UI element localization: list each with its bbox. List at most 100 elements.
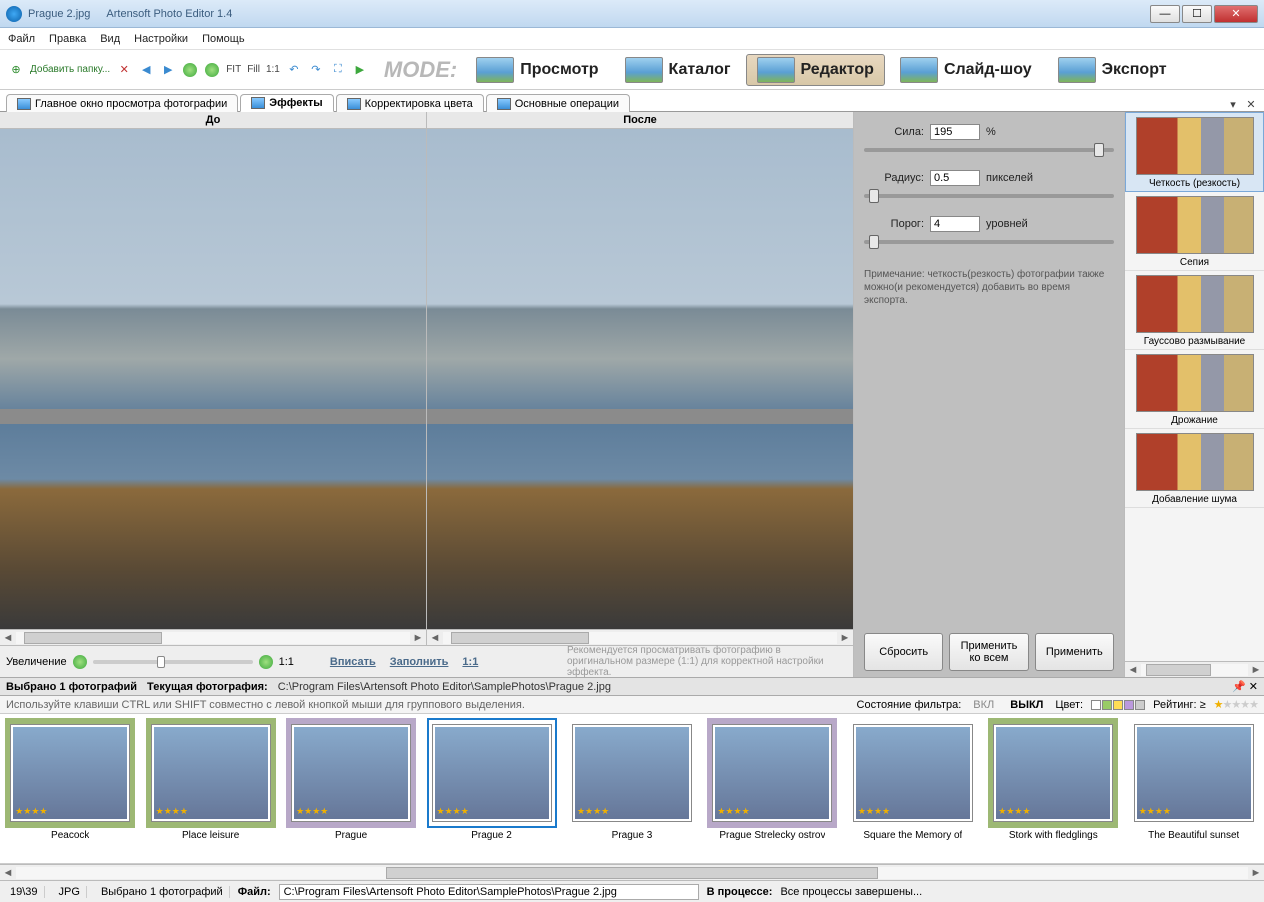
tab-2[interactable]: Корректировка цвета	[336, 94, 484, 112]
rotate-right-icon[interactable]: ↷	[306, 60, 326, 80]
fill-button[interactable]: Fill	[245, 60, 262, 80]
zoom-out-icon[interactable]	[73, 655, 87, 669]
tab-menu-icon[interactable]: ▾	[1226, 97, 1240, 111]
mode-0[interactable]: Просмотр	[465, 54, 609, 86]
mode-label: Каталог	[669, 61, 731, 79]
close-button[interactable]: ✕	[1214, 5, 1258, 23]
after-hscroll[interactable]: ◄►	[427, 629, 853, 645]
oneone-link[interactable]: 1:1	[462, 656, 478, 668]
strength-input[interactable]	[930, 124, 980, 140]
zoom-in-icon[interactable]	[180, 60, 200, 80]
thumb-caption: Prague 3	[612, 830, 653, 841]
add-folder-button[interactable]: Добавить папку...	[28, 60, 112, 80]
thumb-caption: Place leisure	[182, 830, 239, 841]
effect-2[interactable]: Гауссово размывание	[1125, 271, 1264, 350]
filter-on[interactable]: ВКЛ	[969, 699, 998, 711]
apply-all-button[interactable]: Применить ко всем	[949, 633, 1028, 671]
oneone-button[interactable]: 1:1	[264, 60, 282, 80]
status-proc-label: В процессе:	[707, 886, 773, 898]
nav-left-icon[interactable]: ◀	[136, 60, 156, 80]
effect-label: Четкость (резкость)	[1132, 178, 1257, 189]
minimize-button[interactable]: —	[1150, 5, 1180, 23]
rotate-left-icon[interactable]: ↶	[284, 60, 304, 80]
threshold-label: Порог:	[864, 218, 924, 230]
tab-close-icon[interactable]: ✕	[1244, 97, 1258, 111]
reset-button[interactable]: Сбросить	[864, 633, 943, 671]
effect-3[interactable]: Дрожание	[1125, 350, 1264, 429]
threshold-slider[interactable]	[864, 240, 1114, 244]
pin-icon[interactable]: 📌 ✕	[1232, 680, 1258, 693]
effects-hscroll[interactable]: ◄►	[1125, 661, 1264, 677]
menu-edit[interactable]: Правка	[49, 33, 86, 45]
before-hscroll[interactable]: ◄►	[0, 629, 426, 645]
add-folder-icon[interactable]: ⊕	[6, 60, 26, 80]
effect-thumb	[1136, 275, 1254, 333]
rating-label: Рейтинг: ≥	[1153, 699, 1206, 711]
tab-3[interactable]: Основные операции	[486, 94, 630, 112]
fit-link[interactable]: Вписать	[330, 656, 376, 668]
thumb-image: ★★★★	[1135, 725, 1253, 821]
effect-label: Добавление шума	[1131, 494, 1258, 505]
color-label: Цвет:	[1055, 699, 1083, 711]
thumb-image: ★★★★	[433, 725, 551, 821]
delete-icon[interactable]: ✕	[114, 60, 134, 80]
menu-settings[interactable]: Настройки	[134, 33, 188, 45]
status-file-path[interactable]	[279, 884, 699, 900]
tab-icon	[347, 98, 361, 110]
filmstrip-hscroll[interactable]: ◄►	[0, 864, 1264, 880]
thumb-image: ★★★★	[573, 725, 691, 821]
thumb-1[interactable]: ★★★★Place leisure	[144, 718, 276, 859]
menu-help[interactable]: Помощь	[202, 33, 245, 45]
menu-file[interactable]: Файл	[8, 33, 35, 45]
effect-0[interactable]: Четкость (резкость)	[1125, 112, 1264, 192]
tab-0[interactable]: Главное окно просмотра фотографии	[6, 94, 238, 112]
app-icon	[6, 6, 22, 22]
after-photo[interactable]	[427, 129, 853, 629]
radius-input[interactable]	[930, 170, 980, 186]
status-fmt: JPG	[53, 886, 87, 898]
filter-off[interactable]: ВЫКЛ	[1006, 699, 1047, 711]
mode-label: Просмотр	[520, 61, 598, 79]
apply-button[interactable]: Применить	[1035, 633, 1114, 671]
fullscreen-icon[interactable]: ⛶	[328, 60, 348, 80]
effect-4[interactable]: Добавление шума	[1125, 429, 1264, 508]
threshold-input[interactable]	[930, 216, 980, 232]
thumb-3[interactable]: ★★★★Prague 2	[425, 718, 557, 859]
mode-2[interactable]: Редактор	[746, 54, 885, 86]
play-icon[interactable]: ▶	[350, 60, 370, 80]
before-photo[interactable]	[0, 129, 426, 629]
controls-note: Примечание: четкость(резкость) фотографи…	[864, 268, 1114, 307]
footer-note: Рекомендуется просматривать фотографию в…	[567, 645, 847, 678]
effect-label: Сепия	[1131, 257, 1258, 268]
fit-button[interactable]: FIT	[224, 60, 243, 80]
thumb-4[interactable]: ★★★★ Prague 3	[566, 718, 698, 859]
zoom-in-icon[interactable]	[259, 655, 273, 669]
thumb-6[interactable]: ★★★★Square the Memory of	[847, 718, 979, 859]
thumb-caption: Peacock	[51, 830, 89, 841]
radius-slider[interactable]	[864, 194, 1114, 198]
thumb-0[interactable]: ★★★★Peacock	[4, 718, 136, 859]
thumb-8[interactable]: ★★★★The Beautiful sunset	[1128, 718, 1260, 859]
mode-4[interactable]: Экспорт	[1047, 54, 1178, 86]
menu-view[interactable]: Вид	[100, 33, 120, 45]
zoom-oneone[interactable]: 1:1	[279, 656, 294, 668]
maximize-button[interactable]: ☐	[1182, 5, 1212, 23]
tab-1[interactable]: Эффекты	[240, 94, 333, 112]
thumb-7[interactable]: ★★★★Stork with fledglings	[987, 718, 1119, 859]
nav-right-icon[interactable]: ▶	[158, 60, 178, 80]
rating-stars[interactable]: ★★★★★	[1214, 698, 1258, 711]
zoom-slider[interactable]	[93, 660, 253, 664]
thumb-2[interactable]: ★★★★Prague	[285, 718, 417, 859]
effect-1[interactable]: Сепия	[1125, 192, 1264, 271]
mode-icon	[476, 57, 514, 83]
mode-1[interactable]: Каталог	[614, 54, 742, 86]
mode-icon	[900, 57, 938, 83]
color-chips[interactable]	[1091, 700, 1145, 710]
strength-slider[interactable]	[864, 148, 1114, 152]
filmstrip[interactable]: ★★★★Peacock★★★★Place leisure★★★★Prague★★…	[0, 714, 1264, 864]
fill-link[interactable]: Заполнить	[390, 656, 449, 668]
zoom-out-icon[interactable]	[202, 60, 222, 80]
thumb-5[interactable]: ★★★★Prague Strelecky ostrov	[706, 718, 838, 859]
mode-3[interactable]: Слайд-шоу	[889, 54, 1043, 86]
mode-icon	[625, 57, 663, 83]
